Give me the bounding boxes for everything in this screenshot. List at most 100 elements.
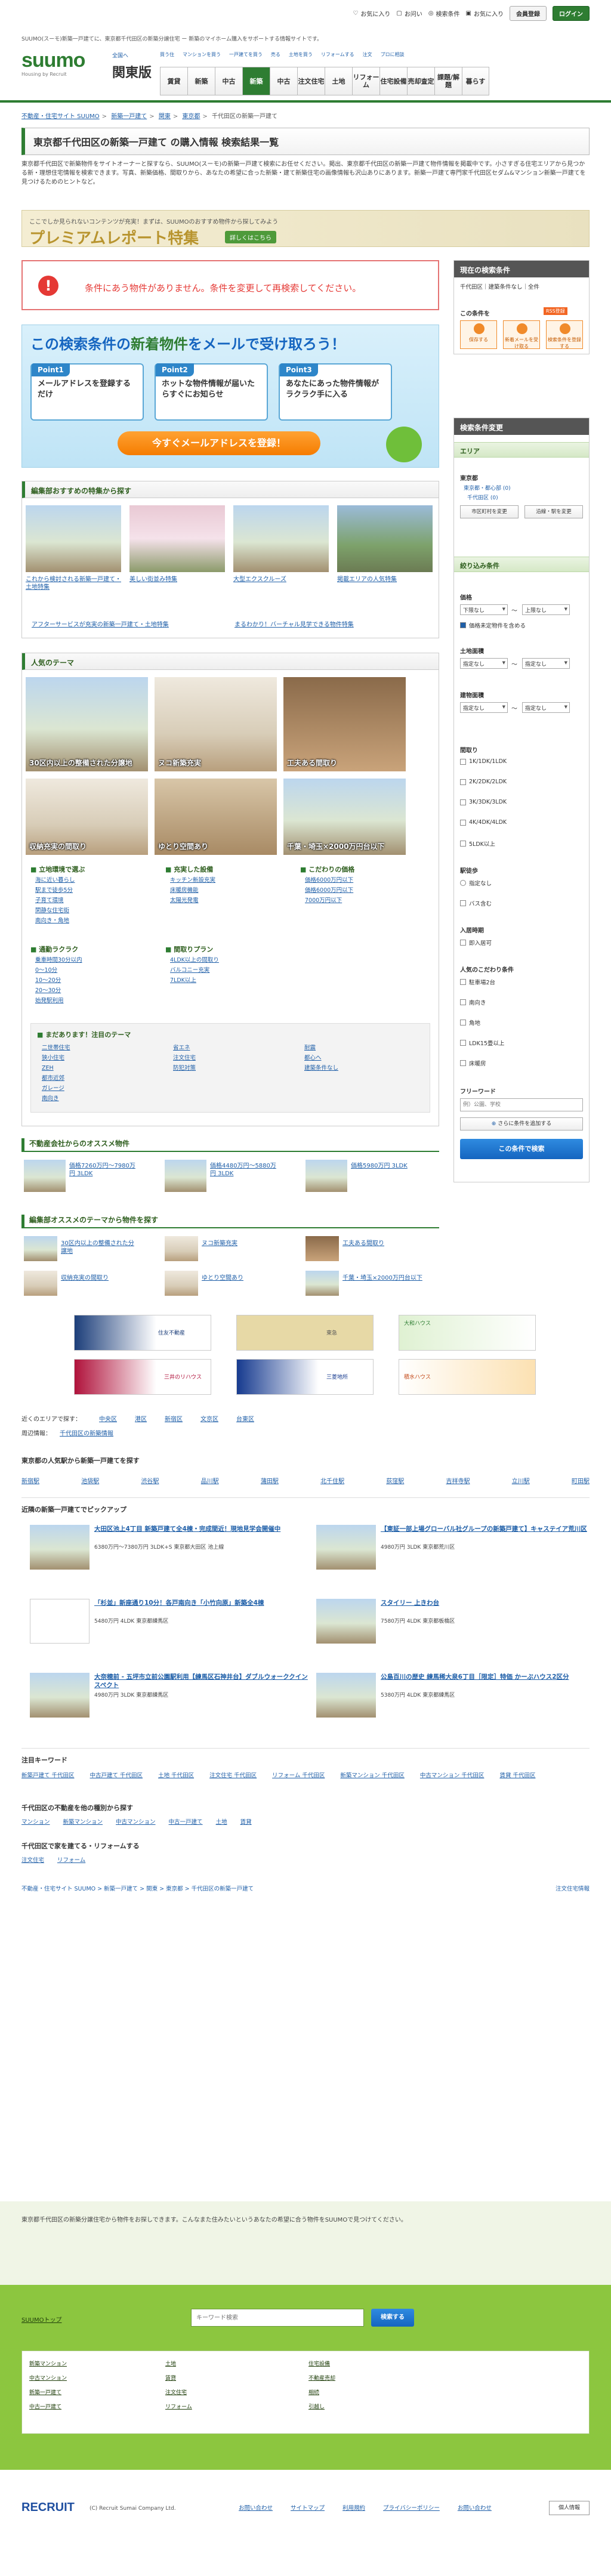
breadcrumb-item[interactable]: 関東 [159, 113, 171, 120]
land-max-select[interactable]: 指定なし [522, 658, 570, 669]
price-min-select[interactable]: 下限なし [460, 604, 508, 615]
utility-link-1[interactable]: ♡ お気に入り [353, 9, 390, 18]
nav-top-1[interactable]: マンションを買う [183, 51, 221, 58]
pop-checkbox[interactable]: LDK15畳以上 [460, 1039, 504, 1047]
breadcrumb-item[interactable]: 東京都 [182, 113, 200, 120]
nav-sell[interactable]: 売却査定 [407, 67, 434, 95]
feature-photo[interactable] [26, 505, 121, 572]
ed-theme-link[interactable]: 収納充実の間取り [61, 1274, 138, 1282]
nav-top-7[interactable]: プロに相談 [381, 51, 405, 58]
nav-top-0[interactable]: 買う住 [160, 51, 174, 58]
ad-banner[interactable]: 東急 [236, 1315, 374, 1351]
nav-new-mansion[interactable]: 新築 [187, 67, 215, 95]
theme-tile[interactable]: 千葉・埼玉×2000万円台以下 [283, 779, 406, 855]
pop-checkbox[interactable]: 南向き [460, 998, 486, 1006]
nav-used-mansion[interactable]: 中古 [215, 67, 242, 95]
theme-tile[interactable]: 30区内以上の整備された分譲地 [26, 677, 148, 771]
feature-text-link[interactable]: アフターサービスが充実の新築一戸建て・土地特集 [32, 621, 223, 629]
search-button[interactable]: この条件で検索 [460, 1139, 583, 1159]
realtor-link[interactable]: 価格7260万円〜7980万円 3LDK [69, 1162, 141, 1178]
ed-theme-photo[interactable] [306, 1236, 339, 1261]
nav-top-3[interactable]: 売る [271, 51, 280, 58]
theme-tile[interactable]: 工夫ある間取り [283, 677, 406, 771]
breadcrumb-item[interactable]: 不動産・住宅サイト SUUMO [21, 113, 100, 120]
feature-link[interactable]: 掲載エリアの人気特集 [337, 576, 433, 583]
site-logo[interactable]: suumo [21, 49, 85, 72]
nav-issue[interactable]: 課題/解題 [434, 67, 462, 95]
move-checkbox[interactable]: 即入居可 [460, 938, 492, 947]
mail-banner[interactable]: この検索条件の新着物件をメールで受け取ろう！ Point1 メールアドレスを登録す… [21, 325, 439, 468]
nav-reform[interactable]: リフォーム [352, 67, 379, 95]
realtor-photo[interactable] [306, 1160, 347, 1192]
building-max-select[interactable]: 指定なし [522, 702, 570, 713]
ad-banner[interactable]: 住友不動産 [74, 1315, 211, 1351]
nav-top-5[interactable]: リフォームする [321, 51, 354, 58]
nav-top-2[interactable]: 一戸建てを買う [229, 51, 263, 58]
plan-checkbox[interactable]: 4K/4DK/4LDK [460, 819, 507, 826]
footer-search-input[interactable] [191, 2309, 364, 2327]
area-item[interactable]: 東京都・都心部 (0) [464, 484, 511, 492]
nav-equipment[interactable]: 住宅設備 [379, 67, 407, 95]
plan-checkbox[interactable]: 5LDK以上 [460, 839, 495, 848]
land-min-select[interactable]: 指定なし [460, 658, 508, 669]
rss-button[interactable]: RSS登録 [544, 307, 567, 315]
nav-top-6[interactable]: 注文 [363, 51, 372, 58]
pop-checkbox[interactable]: 角地 [460, 1018, 480, 1027]
theme-tile[interactable]: 収納充実の間取り [26, 779, 148, 855]
feature-photo[interactable] [337, 505, 433, 572]
page-top-link[interactable]: 注文住宅情報 [556, 1884, 590, 1892]
footer-search-button[interactable]: 検索する [371, 2309, 414, 2327]
feature-link[interactable]: 大型エクスクルーズ [233, 576, 329, 583]
nav-new-house[interactable]: 新築 [242, 67, 270, 95]
ed-theme-link[interactable]: 工夫ある間取り [342, 1240, 420, 1247]
realtor-photo[interactable] [165, 1160, 206, 1192]
feature-photo[interactable] [233, 505, 329, 572]
plan-checkbox[interactable]: 1K/1DK/1LDK [460, 758, 507, 765]
ad-banner[interactable]: 三菱地所 [236, 1359, 374, 1395]
nav-custom-house[interactable]: 注文住宅 [297, 67, 325, 95]
ad-banner[interactable]: 積水ハウス [399, 1359, 536, 1395]
utility-link-2[interactable]: ▢ お问い [396, 9, 422, 18]
nav-living[interactable]: 暮らす [462, 67, 489, 95]
realtor-photo[interactable] [24, 1160, 66, 1192]
ed-theme-link[interactable]: ヌコ新築充実 [202, 1240, 279, 1247]
ed-theme-photo[interactable] [24, 1236, 57, 1261]
area-item[interactable]: 千代田区 (0) [467, 493, 498, 501]
ed-theme-photo[interactable] [306, 1271, 339, 1296]
price-max-select[interactable]: 上限なし [522, 604, 570, 615]
ed-theme-link[interactable]: 30区内以上の整備された分譲地 [61, 1240, 138, 1255]
footer-breadcrumb[interactable]: 不動産・住宅サイト SUUMO > 新築一戸建て > 関東 > 東京都 > 千代… [21, 1884, 254, 1892]
ed-theme-photo[interactable] [165, 1236, 198, 1261]
login-button[interactable]: ログイン [553, 6, 590, 21]
area-change-link[interactable]: 全国へ [112, 51, 128, 59]
ad-banner[interactable]: 大和ハウス [399, 1315, 536, 1351]
pop-checkbox[interactable]: 駐車場2台 [460, 978, 495, 986]
nav-rent[interactable]: 賃貸 [160, 67, 187, 95]
save-cond-button[interactable]: 保存する [460, 320, 497, 349]
nav-used-house[interactable]: 中古 [270, 67, 297, 95]
walk-bus-checkbox[interactable]: バス含む [460, 899, 492, 907]
theme-tile[interactable]: ヌコ新築充実 [155, 677, 277, 771]
change-line-button[interactable]: 沿線・駅を変更 [524, 505, 583, 518]
feature-text-link[interactable]: まるわかり！バーチャル見学できる物件特集 [234, 621, 425, 629]
ed-theme-photo[interactable] [24, 1271, 57, 1296]
breadcrumb-item[interactable]: 新築一戸建て [111, 113, 147, 120]
ed-theme-link[interactable]: 千葉・埼玉×2000万円台以下 [342, 1274, 426, 1282]
ed-theme-photo[interactable] [165, 1271, 198, 1296]
nav-land[interactable]: 土地 [325, 67, 352, 95]
change-area-button[interactable]: 市区町村を変更 [460, 505, 519, 518]
price-undecided-checkbox[interactable]: 価格未定物件を含める [460, 621, 526, 629]
feature-photo[interactable] [129, 505, 225, 572]
mail-cond-button[interactable]: 新着メールを受け取る [503, 320, 540, 349]
plan-checkbox[interactable]: 2K/2DK/2LDK [460, 779, 507, 785]
feature-link[interactable]: 美しい街並み特集 [129, 576, 225, 583]
register-cond-button[interactable]: 検索条件を登録する [546, 320, 583, 349]
nav-top-4[interactable]: 土地を買う [289, 51, 313, 58]
add-condition-button[interactable]: ⊕ さらに条件を追加する [460, 1117, 583, 1131]
ad-banner[interactable]: 三井のリハウス [74, 1359, 211, 1395]
walk-radio[interactable]: 指定なし [460, 879, 492, 887]
theme-tile[interactable]: ゆとり空間あり [155, 779, 277, 855]
utility-link-4[interactable]: ▣ お気に入り [466, 9, 504, 18]
register-button[interactable]: 会員登録 [510, 6, 547, 21]
feature-link[interactable]: これから検討される新築一戸建て・土地特集 [26, 576, 121, 591]
